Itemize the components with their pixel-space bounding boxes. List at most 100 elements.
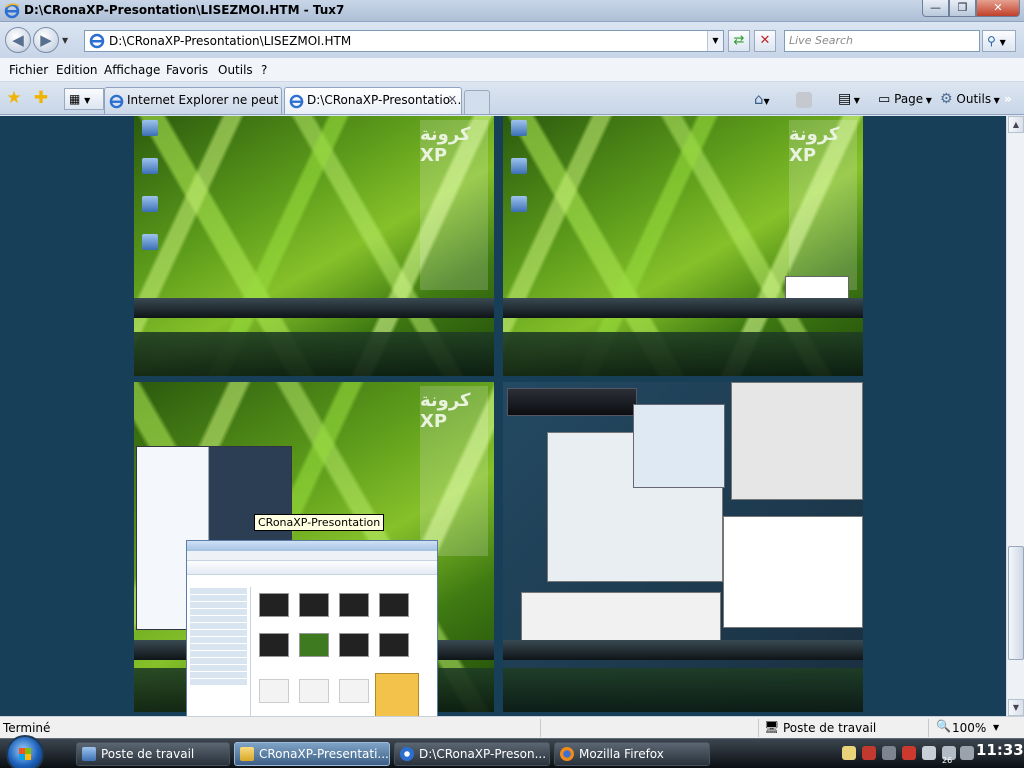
tray-icon-3[interactable] (882, 746, 896, 760)
explorer-folder-tree (187, 587, 251, 716)
tray-icon-1[interactable] (842, 746, 856, 760)
scroll-down-icon[interactable]: ▼ (1008, 699, 1024, 716)
explorer-thumbnails (257, 593, 433, 716)
menu-affichage[interactable]: Affichage (104, 63, 160, 77)
search-input[interactable]: Live Search (784, 30, 980, 52)
taskbar-preview (503, 640, 863, 660)
menu-help[interactable]: ? (261, 63, 267, 77)
network-icon[interactable] (922, 746, 936, 760)
reflection (134, 332, 494, 376)
start-button[interactable] (6, 735, 44, 768)
tray-icon-7[interactable] (960, 746, 974, 760)
maximize-button[interactable]: ❐ (949, 0, 976, 17)
tab-lisezmoi[interactable]: D:\CRonaXP-Presontatio... ✕ (284, 87, 462, 114)
zoom-icon: 🔍 (936, 719, 951, 733)
tab-ie-error[interactable]: Internet Explorer ne peut pa... (104, 87, 282, 114)
task-label: Mozilla Firefox (579, 747, 664, 761)
menu-outils[interactable]: Outils (218, 63, 253, 77)
taskbar-preview (503, 298, 863, 318)
window-controls: — ❐ ✕ (922, 0, 1020, 18)
page-menu-button[interactable]: ▭ Page ▼ (878, 90, 932, 110)
close-tab-icon[interactable]: ✕ (448, 93, 457, 106)
folder-icon (375, 673, 419, 716)
screenshot-applications (503, 382, 863, 712)
address-dropdown-icon[interactable]: ▼ (707, 31, 723, 51)
favorites-center-icon[interactable]: ★ (5, 89, 23, 107)
minimize-button[interactable]: — (922, 0, 949, 17)
stop-button[interactable]: ✕ (754, 30, 776, 52)
desktop-icons (509, 120, 531, 234)
tools-menu-button[interactable]: ⚙ Outils ▼ (940, 90, 1000, 110)
address-field[interactable]: D:\CRonaXP-Presontation\LISEZMOI.HTM ▼ (84, 30, 724, 52)
arabic-brand-text: كرونة XP (789, 124, 840, 166)
taskbar: Poste de travail CRonaXP-Presentati... D… (0, 735, 1024, 768)
tray-badge: 26 (942, 756, 953, 765)
computer-icon (82, 747, 96, 761)
status-bar: Terminé 🖥 Poste de travail 🔍 100% ▼ (0, 716, 1024, 738)
new-tab-button[interactable] (464, 90, 490, 114)
refresh-icon: ⇄ (733, 33, 745, 48)
stop-icon: ✕ (759, 33, 771, 48)
task-label: Poste de travail (101, 747, 195, 761)
writer-preview (723, 516, 863, 628)
tools-menu-label: Outils (956, 92, 992, 106)
toolbar-chevron-icon[interactable]: » (1004, 90, 1012, 110)
search-dropdown-icon: ▼ (999, 38, 1006, 47)
clock[interactable]: 11:33 AM (976, 741, 1024, 759)
print-button[interactable]: ▤ ▼ (838, 90, 860, 110)
photoshop-preview (731, 382, 863, 500)
clock-time: 11:33 (976, 741, 1024, 759)
task-label: CRonaXP-Presentati... (259, 747, 389, 761)
messenger-preview (633, 404, 725, 488)
ie-icon (400, 747, 414, 761)
computer-icon: 🖥 (764, 720, 780, 734)
language-menu-preview (785, 276, 849, 300)
task-cronaxp-folder[interactable]: CRonaXP-Presentati... (234, 742, 390, 766)
feeds-button[interactable] (796, 90, 815, 110)
history-dropdown-icon[interactable]: ▼ (62, 36, 68, 45)
shield-icon[interactable] (862, 746, 876, 760)
tab-list-dropdown-icon: ▼ (84, 96, 91, 105)
screenshot-desktop-1: كرونة XP (134, 116, 494, 376)
vertical-scrollbar[interactable]: ▲ ▼ (1006, 116, 1024, 716)
forward-button[interactable]: ▶ (33, 27, 59, 53)
security-zone: Poste de travail (783, 721, 877, 735)
back-button[interactable]: ◀ (5, 27, 31, 53)
ie-tab-icon (289, 94, 304, 109)
menu-fichier[interactable]: Fichier (9, 63, 48, 77)
arabic-brand-text: كرونة XP (420, 390, 471, 432)
navigation-bar: ◀ ▶ ▼ D:\CRonaXP-Presontation\LISEZMOI.H… (0, 22, 1024, 58)
windows-logo-icon (19, 748, 31, 760)
page-icon (89, 33, 105, 49)
tab-label: Internet Explorer ne peut pa... (127, 93, 281, 107)
home-button[interactable]: ⌂▼ (754, 90, 770, 110)
quick-tabs-button[interactable]: ▦ ▼ (64, 88, 104, 110)
scroll-thumb[interactable] (1008, 546, 1024, 660)
reflection (503, 332, 863, 376)
menu-edition[interactable]: Edition (56, 63, 98, 77)
forward-arrow-icon: ▶ (40, 31, 52, 49)
refresh-button[interactable]: ⇄ (728, 30, 750, 52)
explorer-window-preview (186, 540, 438, 716)
task-firefox[interactable]: Mozilla Firefox (554, 742, 710, 766)
brand-overlay: كرونة XP (420, 386, 488, 556)
gear-icon: ⚙ (940, 91, 953, 107)
close-button[interactable]: ✕ (976, 0, 1020, 17)
scroll-up-icon[interactable]: ▲ (1008, 116, 1024, 133)
add-favorite-icon[interactable]: ✚ (32, 89, 50, 107)
address-url[interactable]: D:\CRonaXP-Presontation\LISEZMOI.HTM (109, 34, 351, 48)
firefox-icon (560, 747, 574, 761)
status-text: Terminé (3, 721, 51, 735)
media-player-preview (507, 388, 637, 416)
tab-label: D:\CRonaXP-Presontatio... (307, 93, 462, 107)
search-button[interactable]: ⚲ ▼ (982, 30, 1016, 52)
task-ie-window[interactable]: D:\CRonaXP-Preson... (394, 742, 550, 766)
taskbar-preview (134, 298, 494, 318)
menu-favoris[interactable]: Favoris (166, 63, 208, 77)
tray-icon-4[interactable] (902, 746, 916, 760)
zoom-dropdown-icon[interactable]: ▼ (993, 723, 999, 732)
page-menu-icon: ▭ (878, 92, 891, 107)
zoom-level[interactable]: 100% (952, 721, 986, 735)
task-poste-de-travail[interactable]: Poste de travail (76, 742, 230, 766)
reflection (503, 668, 863, 712)
